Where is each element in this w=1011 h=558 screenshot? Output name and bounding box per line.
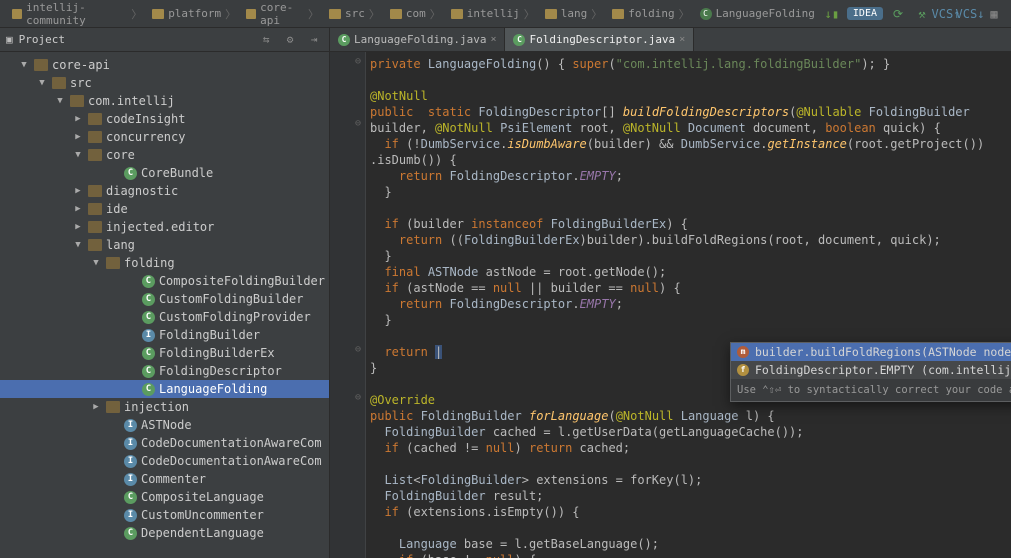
editor-tab[interactable]: CLanguageFolding.java× [330, 28, 505, 51]
top-toolbar: intellij-community〉platform〉core-api〉src… [0, 0, 1011, 28]
editor-area: CLanguageFolding.java×CFoldingDescriptor… [330, 28, 1011, 558]
vcs-up-icon[interactable]: VCS↑ [937, 5, 955, 23]
run-config[interactable]: IDEA [847, 7, 883, 20]
sync-icon[interactable]: ⟳ [889, 5, 907, 23]
breadcrumb-item[interactable]: folding〉 [608, 4, 693, 24]
project-icon: ▣ [6, 33, 13, 46]
tree-item[interactable]: ▼lang [0, 236, 329, 254]
sidebar-title: Project [19, 33, 251, 46]
tree-item[interactable]: ICommenter [0, 470, 329, 488]
run-icon[interactable]: ↓▮ [823, 5, 841, 23]
completion-popup[interactable]: mbuilder.buildFoldRegions(ASTNode node, … [730, 342, 1011, 402]
sidebar-header: ▣ Project ⇆ ⚙ ⇥ [0, 28, 329, 52]
breadcrumb-item[interactable]: com〉 [386, 4, 445, 24]
breadcrumb-item[interactable]: src〉 [325, 4, 384, 24]
tree-item[interactable]: CFoldingBuilderEx [0, 344, 329, 362]
hammer-icon[interactable]: ⚒ [913, 5, 931, 23]
gutter: ⊖ ⊖ ⊖ ⊖ [330, 52, 366, 558]
tree-item[interactable]: CDependentLanguage [0, 524, 329, 542]
breadcrumb-item[interactable]: CLanguageFolding [696, 5, 819, 22]
vcs-down-icon[interactable]: VCS↓ [961, 5, 979, 23]
tree-item[interactable]: ▶injected.editor [0, 218, 329, 236]
editor-tab[interactable]: CFoldingDescriptor.java× [505, 28, 694, 51]
close-icon[interactable]: × [490, 34, 496, 45]
breadcrumb: intellij-community〉platform〉core-api〉src… [8, 0, 819, 29]
breadcrumb-item[interactable]: lang〉 [541, 4, 607, 24]
tree-item[interactable]: ▼core [0, 146, 329, 164]
tree-item[interactable]: ▶ide [0, 200, 329, 218]
hide-icon[interactable]: ⇥ [305, 31, 323, 49]
tree-item[interactable]: ▼folding [0, 254, 329, 272]
tree-item[interactable]: ▶diagnostic [0, 182, 329, 200]
tree-item[interactable]: CCoreBundle [0, 164, 329, 182]
project-sidebar: ▣ Project ⇆ ⚙ ⇥ ▼core-api▼src▼com.intell… [0, 28, 330, 558]
tree-item[interactable]: IFoldingBuilder [0, 326, 329, 344]
tree-item[interactable]: ▼core-api [0, 56, 329, 74]
tree-item[interactable]: ▶concurrency [0, 128, 329, 146]
breadcrumb-item[interactable]: intellij〉 [447, 4, 539, 24]
tree-item[interactable]: ICodeDocumentationAwareCom [0, 452, 329, 470]
code-editor[interactable]: ⊖ ⊖ ⊖ ⊖ private LanguageFolding() { supe… [330, 52, 1011, 558]
completion-item[interactable]: fFoldingDescriptor.EMPTY (com.intellij.l… [731, 361, 1011, 379]
breadcrumb-item[interactable]: intellij-community〉 [8, 0, 146, 29]
tree-item[interactable]: CCustomFoldingProvider [0, 308, 329, 326]
tree-item[interactable]: CLanguageFolding [0, 380, 329, 398]
tree-item[interactable]: CFoldingDescriptor [0, 362, 329, 380]
tree-item[interactable]: ▼com.intellij [0, 92, 329, 110]
popup-hint: Use ⌃⇧⏎ to syntactically correct your co… [731, 379, 1011, 401]
breadcrumb-item[interactable]: platform〉 [148, 4, 240, 24]
completion-item[interactable]: mbuilder.buildFoldRegions(ASTNode node, … [731, 343, 1011, 361]
tree-item[interactable]: ▶injection [0, 398, 329, 416]
tree-item[interactable]: ICustomUncommenter [0, 506, 329, 524]
editor-tabs: CLanguageFolding.java×CFoldingDescriptor… [330, 28, 1011, 52]
gear-icon[interactable]: ⚙ [281, 31, 299, 49]
breadcrumb-item[interactable]: core-api〉 [242, 0, 323, 29]
tree-item[interactable]: CCompositeLanguage [0, 488, 329, 506]
code-content: private LanguageFolding() { super("com.i… [370, 56, 984, 558]
collapse-icon[interactable]: ⇆ [257, 31, 275, 49]
tree-item[interactable]: IASTNode [0, 416, 329, 434]
tree-item[interactable]: CCustomFoldingBuilder [0, 290, 329, 308]
tree-item[interactable]: ▼src [0, 74, 329, 92]
tree-item[interactable]: CCompositeFoldingBuilder [0, 272, 329, 290]
settings-icon[interactable]: ▦ [985, 5, 1003, 23]
close-icon[interactable]: × [679, 34, 685, 45]
tree-item[interactable]: ICodeDocumentationAwareCom [0, 434, 329, 452]
project-tree[interactable]: ▼core-api▼src▼com.intellij▶codeInsight▶c… [0, 52, 329, 558]
tree-item[interactable]: ▶codeInsight [0, 110, 329, 128]
